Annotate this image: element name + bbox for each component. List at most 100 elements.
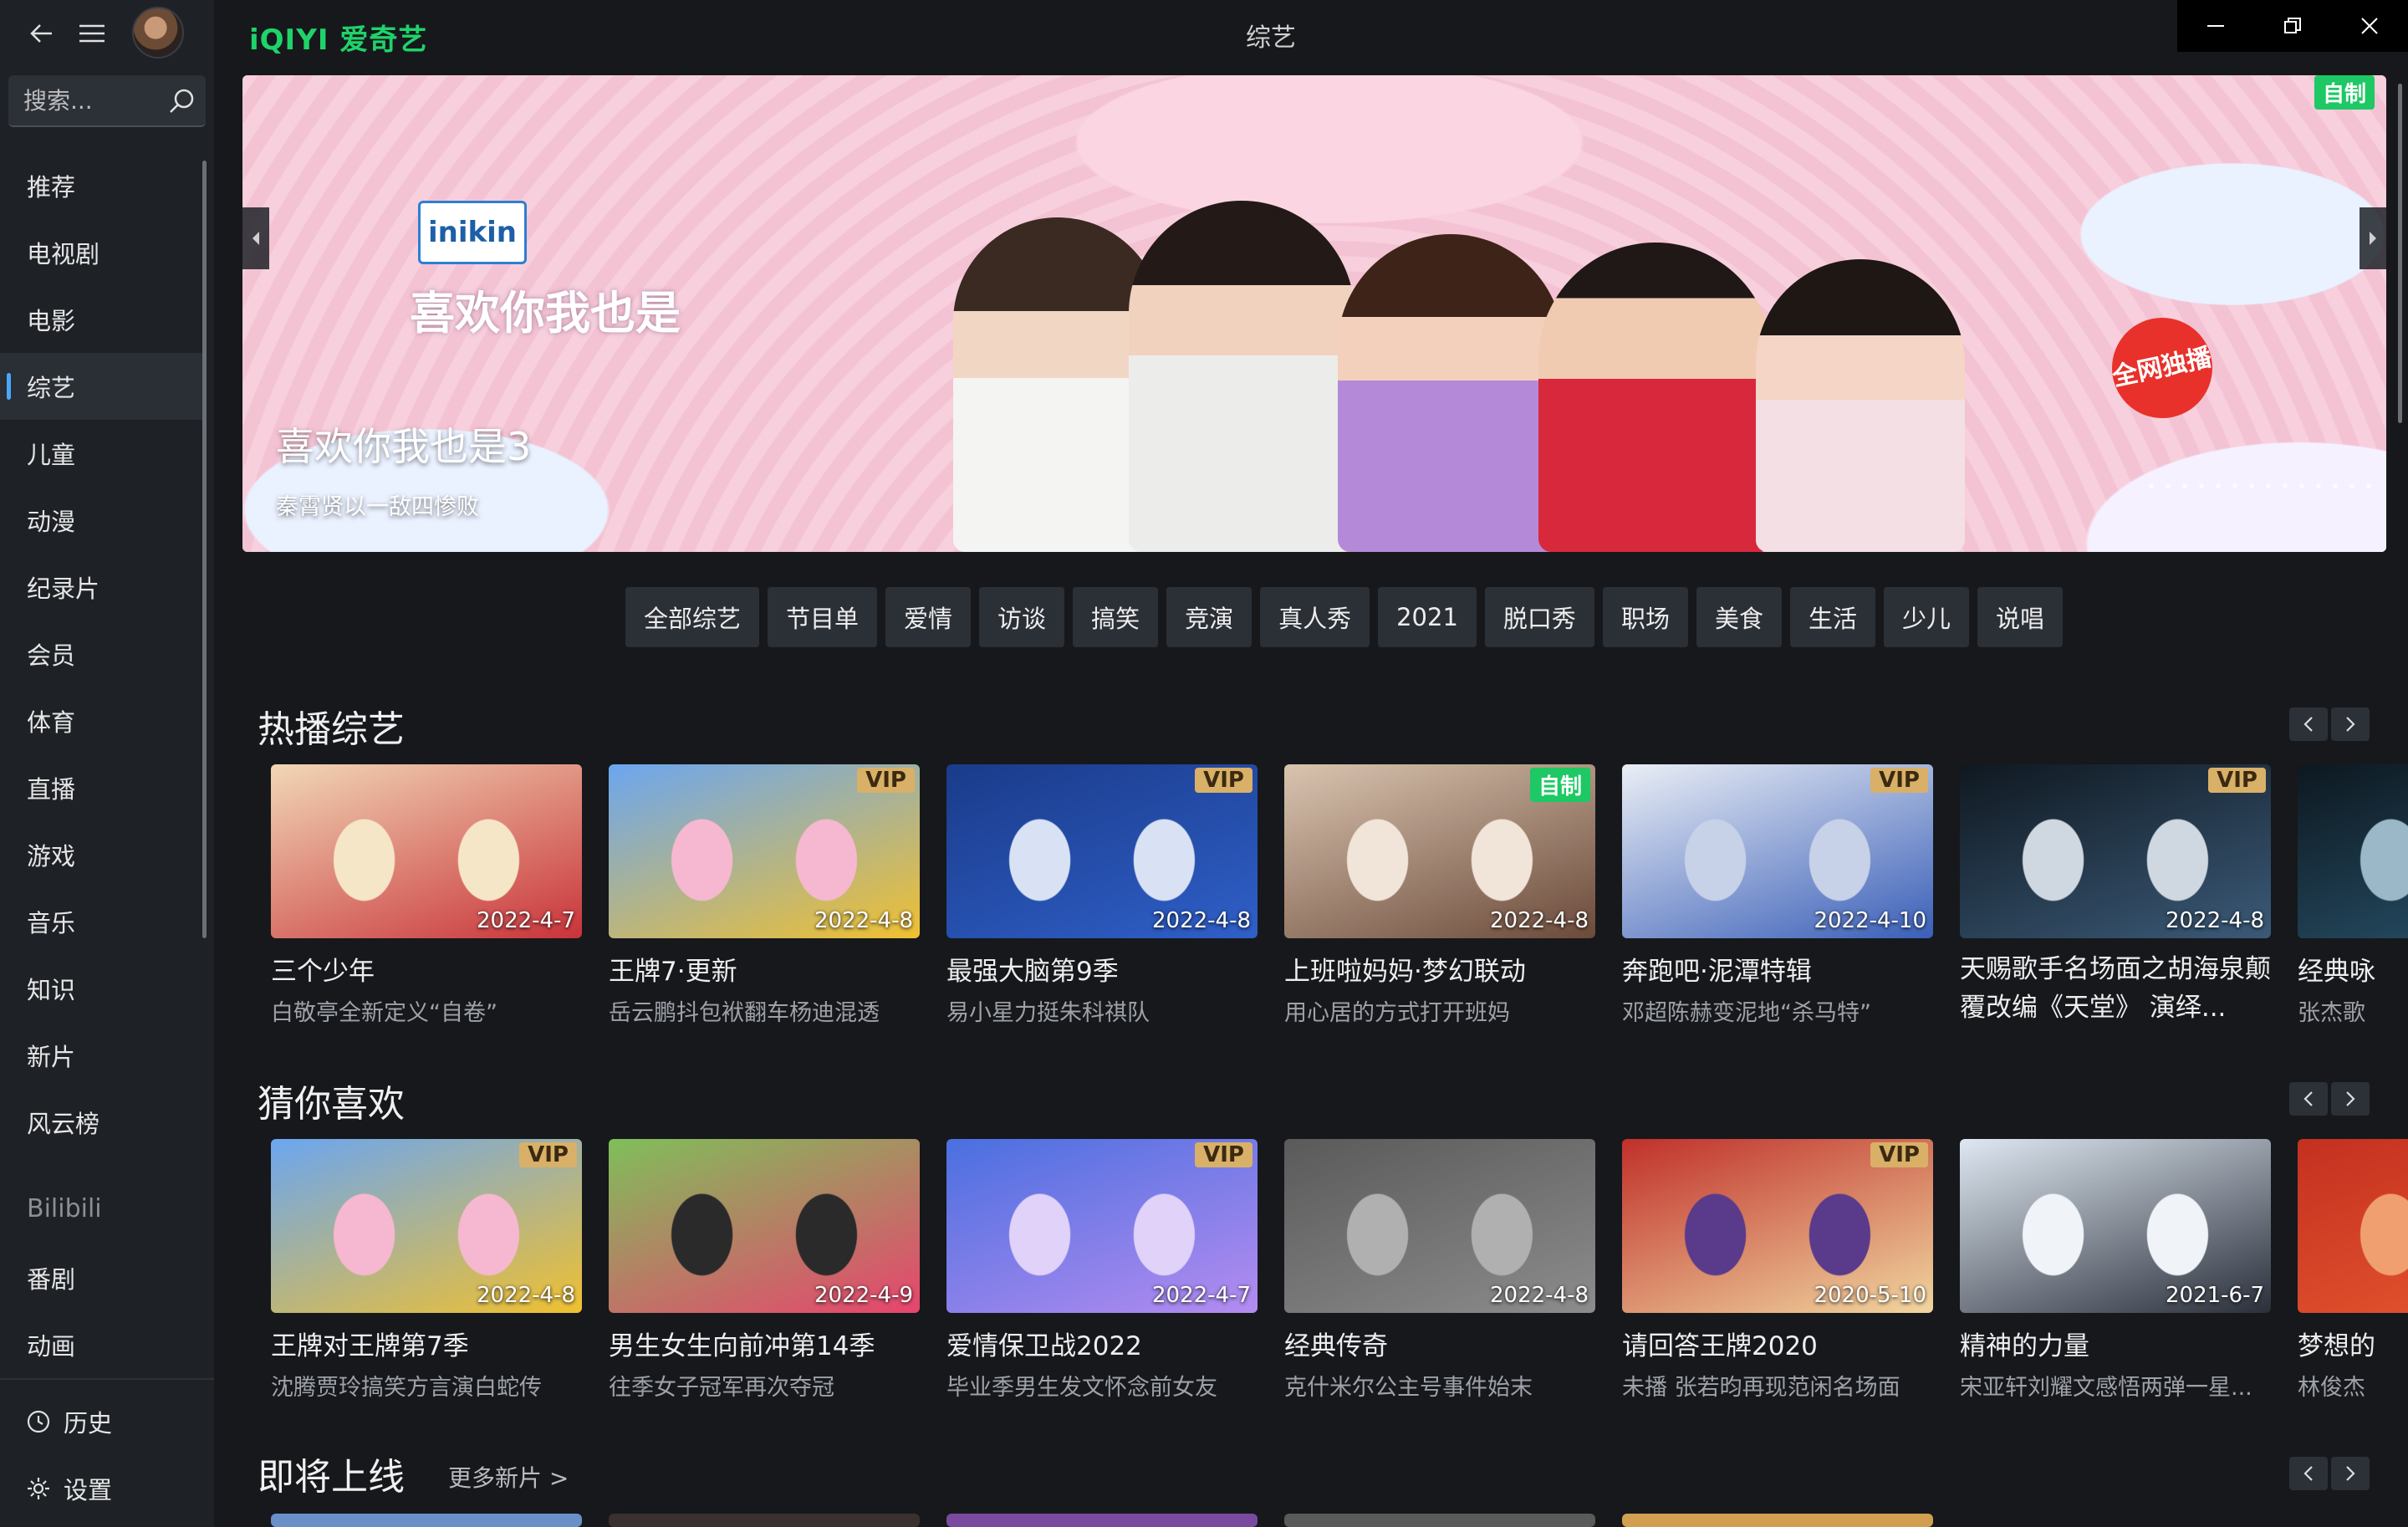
chip-all-variety[interactable]: 全部综艺 — [625, 587, 760, 647]
video-thumbnail[interactable]: 2022-4-8 — [1284, 1139, 1595, 1313]
nav-item-animation[interactable]: 动画 — [0, 1311, 206, 1378]
video-title[interactable]: 奔跑吧·泥潭特辑 — [1622, 950, 1933, 988]
nav-item-variety[interactable]: 综艺 — [0, 353, 206, 420]
row-prev-button[interactable] — [2289, 707, 2328, 741]
nav-item-sports[interactable]: 体育 — [0, 687, 206, 754]
row-next-button[interactable] — [2331, 1082, 2370, 1116]
video-title[interactable]: 梦想的 — [2298, 1325, 2408, 1362]
search-icon[interactable] — [167, 87, 196, 115]
video-title[interactable]: 爱情保卫战2022 — [946, 1325, 1258, 1362]
chip-romance[interactable]: 爱情 — [885, 587, 972, 647]
video-title[interactable]: 天赐歌手名场面之胡海泉颠覆改编《天堂》 演绎... — [1960, 950, 2271, 1027]
video-title[interactable]: 请回答王牌2020 — [1622, 1325, 1933, 1362]
video-thumbnail[interactable]: 自制 2022-4-8 — [1284, 764, 1595, 938]
row-prev-button[interactable] — [2289, 1082, 2328, 1116]
video-title[interactable]: 王牌7·更新 — [609, 950, 920, 988]
chip-lifestyle[interactable]: 生活 — [1789, 587, 1875, 647]
row-next-button[interactable] — [2331, 1457, 2370, 1490]
video-title[interactable]: 王牌对王牌第7季 — [271, 1325, 582, 1362]
chip-talk-show[interactable]: 脱口秀 — [1484, 587, 1594, 647]
video-thumbnail[interactable]: VIP 2022-4-8 — [946, 764, 1258, 938]
iqiyi-logo[interactable]: iQIYI 爱奇艺 — [249, 17, 427, 58]
video-title[interactable]: 经典咏 — [2298, 950, 2408, 988]
nav-item-anime[interactable]: 动漫 — [0, 487, 206, 554]
close-button[interactable] — [2331, 0, 2408, 52]
nav-item-games[interactable]: 游戏 — [0, 821, 206, 888]
video-thumbnail[interactable]: VIP 2022-4-7 — [946, 1139, 1258, 1313]
video-card[interactable]: 自制 2022-4-8 上班啦妈妈·梦幻联动 用心居的方式打开班妈 — [1284, 764, 1595, 1027]
nav-item-tv-series[interactable]: 电视剧 — [0, 219, 206, 286]
video-card[interactable]: VIP 2022-4-8 天赐歌手名场面之胡海泉颠覆改编《天堂》 演绎... — [1960, 764, 2271, 1027]
search-box[interactable] — [8, 75, 206, 127]
coming-soon-card[interactable] — [271, 1514, 582, 1527]
settings-button[interactable]: 设置 — [0, 1455, 214, 1522]
video-title[interactable]: 经典传奇 — [1284, 1325, 1595, 1362]
video-thumbnail[interactable]: VIP 2020-5-10 — [1622, 1139, 1933, 1313]
nav-item-recommend[interactable]: 推荐 — [0, 152, 206, 219]
page-scrollbar[interactable] — [2398, 84, 2402, 423]
banner-next-button[interactable] — [2360, 207, 2386, 269]
video-thumbnail[interactable]: VIP 2022-4-8 — [609, 764, 920, 938]
nav-item-membership[interactable]: 会员 — [0, 621, 206, 687]
nav-item-kids[interactable]: 儿童 — [0, 420, 206, 487]
video-thumbnail[interactable]: 2021-6-7 — [1960, 1139, 2271, 1313]
chip-program-list[interactable]: 节目单 — [768, 587, 878, 647]
video-title[interactable]: 男生女生向前冲第14季 — [609, 1325, 920, 1362]
chip-food[interactable]: 美食 — [1696, 587, 1782, 647]
coming-soon-card[interactable] — [1284, 1514, 1595, 1527]
video-card[interactable]: 2022-4-7 三个少年 白敬亭全新定义“自卷” — [271, 764, 582, 1027]
hero-banner[interactable]: inikin 喜欢你我也是 喜欢你我也是3 秦霄贤以一敌四惨败 自制 全网独播 — [242, 75, 2386, 552]
video-card[interactable]: VIP 2022-4-8 王牌7·更新 岳云鹏抖包袱翻车杨迪混透 — [609, 764, 920, 1027]
video-card[interactable]: 2022-4-9 男生女生向前冲第14季 往季女子冠军再次夺冠 — [609, 1139, 920, 1402]
video-title[interactable]: 上班啦妈妈·梦幻联动 — [1284, 950, 1595, 988]
nav-item-documentary[interactable]: 纪录片 — [0, 554, 206, 621]
video-card[interactable]: 2022-4-8 经典传奇 克什米尔公主号事件始末 — [1284, 1139, 1595, 1402]
coming-soon-card[interactable] — [946, 1514, 1258, 1527]
video-thumbnail[interactable]: VIP 2022-4-8 — [271, 1139, 582, 1313]
video-card[interactable]: 梦想的 林俊杰 — [2298, 1139, 2408, 1402]
minimize-button[interactable] — [2177, 0, 2254, 52]
video-card[interactable]: 2021-6-7 精神的力量 宋亚轩刘耀文感悟两弹一星... — [1960, 1139, 2271, 1402]
video-thumbnail[interactable]: VIP 2022-4-10 — [1622, 764, 1933, 938]
video-thumbnail[interactable] — [2298, 1139, 2408, 1313]
hamburger-menu-icon[interactable] — [75, 17, 109, 50]
video-card[interactable]: VIP 2022-4-7 爱情保卫战2022 毕业季男生发文怀念前女友 — [946, 1139, 1258, 1402]
video-card[interactable]: 经典咏 张杰歌 — [2298, 764, 2408, 1027]
chip-interview[interactable]: 访谈 — [979, 587, 1065, 647]
video-card[interactable]: VIP 2022-4-8 最强大脑第9季 易小星力挺朱科祺队 — [946, 764, 1258, 1027]
nav-item-movies[interactable]: 电影 — [0, 286, 206, 353]
video-title[interactable]: 精神的力量 — [1960, 1325, 2271, 1362]
nav-item-live[interactable]: 直播 — [0, 754, 206, 821]
video-thumbnail[interactable]: 2022-4-7 — [271, 764, 582, 938]
video-title[interactable]: 最强大脑第9季 — [946, 950, 1258, 988]
more-new-releases-link[interactable]: 更多新片 > — [448, 1460, 569, 1494]
chip-2021[interactable]: 2021 — [1378, 587, 1477, 647]
coming-soon-card[interactable] — [609, 1514, 920, 1527]
chip-workplace[interactable]: 职场 — [1602, 587, 1688, 647]
chip-children[interactable]: 少儿 — [1883, 587, 1969, 647]
nav-item-charts[interactable]: 风云榜 — [0, 1089, 206, 1156]
nav-item-bangumi[interactable]: 番剧 — [0, 1244, 206, 1311]
nav-item-new-releases[interactable]: 新片 — [0, 1022, 206, 1089]
chip-reality[interactable]: 真人秀 — [1260, 587, 1370, 647]
banner-prev-button[interactable] — [242, 207, 269, 269]
search-input[interactable] — [23, 85, 157, 115]
row-next-button[interactable] — [2331, 707, 2370, 741]
row-prev-button[interactable] — [2289, 1457, 2328, 1490]
sidebar-scrollbar[interactable] — [202, 161, 207, 938]
chip-comedy[interactable]: 搞笑 — [1073, 587, 1159, 647]
nav-item-music[interactable]: 音乐 — [0, 888, 206, 955]
video-title[interactable]: 三个少年 — [271, 950, 582, 988]
video-thumbnail[interactable]: 2022-4-9 — [609, 1139, 920, 1313]
back-icon[interactable] — [25, 17, 59, 50]
coming-soon-card[interactable] — [1622, 1514, 1933, 1527]
video-thumbnail[interactable] — [2298, 764, 2408, 938]
video-thumbnail[interactable]: VIP 2022-4-8 — [1960, 764, 2271, 938]
video-card[interactable]: VIP 2022-4-10 奔跑吧·泥潭特辑 邓超陈赫变泥地“杀马特” — [1622, 764, 1933, 1027]
user-avatar[interactable] — [132, 7, 184, 59]
banner-pagination[interactable] — [2149, 483, 2371, 488]
chip-competition[interactable]: 竞演 — [1166, 587, 1252, 647]
restore-button[interactable] — [2254, 0, 2331, 52]
video-card[interactable]: VIP 2022-4-8 王牌对王牌第7季 沈腾贾玲搞笑方言演白蛇传 — [271, 1139, 582, 1402]
history-button[interactable]: 历史 — [0, 1388, 214, 1455]
